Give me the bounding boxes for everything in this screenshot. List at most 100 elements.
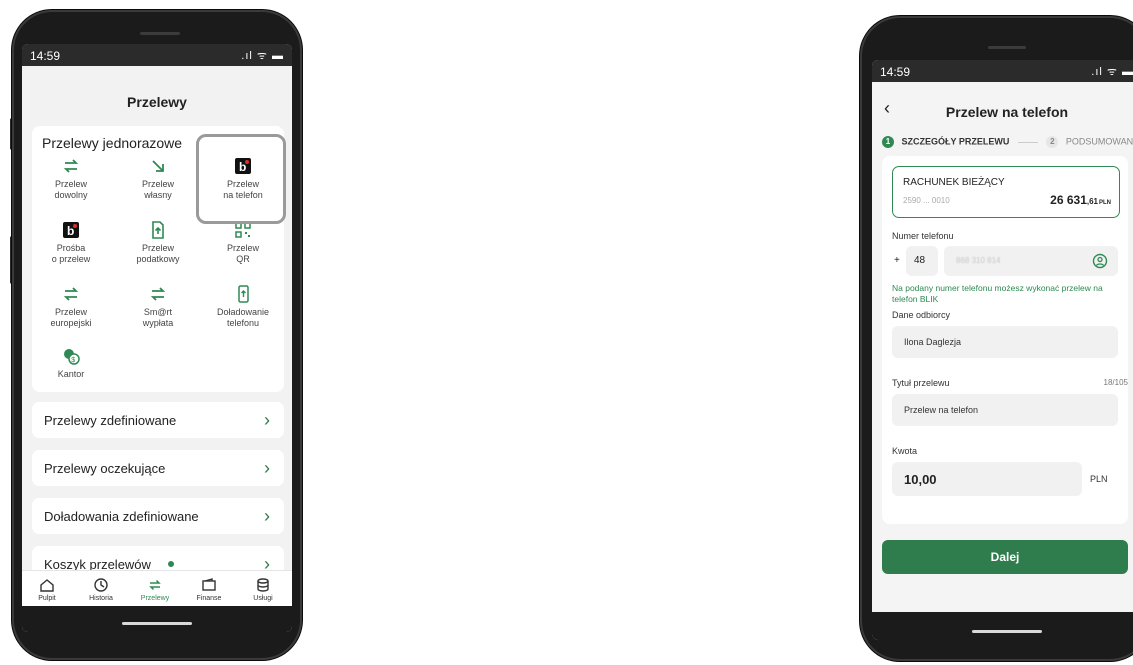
- speaker-grille: [140, 32, 180, 35]
- amount-currency: PLN: [1090, 474, 1108, 484]
- tile-label: Sm@rt: [143, 307, 173, 317]
- amount-field[interactable]: 10,00: [892, 462, 1082, 496]
- right-phone-frame: 14:59 .ıl ᯤ ▬ ‹ Przelew na telefon 1 SZC…: [860, 16, 1133, 661]
- left-phone-screen: 14:59 .ıl ᯤ ▬ Przelewy Przelewy jednoraz…: [22, 44, 292, 632]
- services-icon: [257, 578, 269, 592]
- recipient-field[interactable]: Ilona Daglezja: [892, 326, 1118, 358]
- tile-prosba-o-przelew[interactable]: b Prośba o przelew: [36, 220, 106, 265]
- tile-label: Przelew: [54, 307, 87, 317]
- row-label: Przelewy oczekujące: [44, 461, 166, 476]
- status-icons: .ıl ᯤ ▬: [241, 50, 284, 62]
- tile-przelew-qr[interactable]: Przelew QR: [208, 220, 278, 265]
- title-label: Tytuł przelewu: [892, 378, 950, 388]
- row-doladowania-zdefiniowane[interactable]: Doładowania zdefiniowane ›: [32, 498, 284, 534]
- tab-finanse[interactable]: Finanse: [184, 577, 234, 602]
- tile-label: własny: [144, 190, 172, 200]
- tab-label: Historia: [89, 595, 113, 602]
- home-indicator: [972, 630, 1042, 633]
- step-number: 1: [882, 136, 894, 148]
- row-label: Przelewy zdefiniowane: [44, 413, 177, 428]
- tile-label: Przelew: [141, 179, 174, 189]
- phone-prefix-plus: +: [894, 255, 900, 266]
- tab-przelewy[interactable]: Przelewy: [130, 577, 180, 602]
- tile-przelew-dowolny[interactable]: Przelew dowolny: [36, 156, 106, 201]
- phone-prefix-field[interactable]: 48: [906, 246, 938, 276]
- tab-pulpit[interactable]: Pulpit: [22, 577, 72, 602]
- balance-currency: PLN: [1099, 200, 1111, 206]
- phone-number-value: 868 310 814: [956, 256, 1001, 265]
- tile-doladowanie-telefonu[interactable]: Doładowanie telefonu: [208, 284, 278, 329]
- bottom-tab-bar: Pulpit Historia Przelewy Finanse Usługi: [22, 570, 292, 607]
- home-icon: [40, 579, 54, 592]
- status-bar: 14:59 .ıl ᯤ ▬: [872, 60, 1133, 82]
- right-phone-screen: 14:59 .ıl ᯤ ▬ ‹ Przelew na telefon 1 SZC…: [872, 60, 1133, 640]
- section-title: Przelewy jednorazowe: [42, 135, 183, 151]
- row-przelewy-oczekujace[interactable]: Przelewy oczekujące ›: [32, 450, 284, 486]
- blik-info-note: Na podany numer telefonu możesz wykonać …: [892, 283, 1103, 304]
- tile-label: telefonu: [226, 318, 260, 328]
- tab-label: Finanse: [196, 595, 222, 602]
- history-icon: [94, 578, 108, 592]
- arrow-down-right-icon: [152, 160, 164, 172]
- chevron-right-icon: ›: [264, 410, 270, 430]
- account-balance: 26 631,61PLN: [1050, 193, 1111, 207]
- account-number: 2590 ... 0010: [903, 196, 950, 205]
- step-indicator: 1 SZCZEGÓŁY PRZELEWU 2 PODSUMOWANI: [882, 136, 1133, 148]
- transfer-arrows-icon: [150, 287, 166, 301]
- notification-dot: [168, 561, 174, 567]
- page-title: Przelewy: [127, 94, 187, 110]
- tile-kantor[interactable]: $ Kantor: [36, 346, 106, 380]
- page-title: Przelew na telefon: [945, 104, 1069, 120]
- left-phone-frame: 14:59 .ıl ᯤ ▬ Przelewy Przelewy jednoraz…: [12, 10, 302, 660]
- tile-label: Prośba: [56, 243, 86, 253]
- status-time: 14:59: [880, 65, 911, 79]
- tile-label: podatkowy: [136, 254, 180, 264]
- status-bar: 14:59 .ıl ᯤ ▬: [22, 44, 292, 66]
- tab-historia[interactable]: Historia: [76, 577, 126, 602]
- highlight-frame: [196, 134, 286, 224]
- tab-uslugi[interactable]: Usługi: [238, 577, 288, 602]
- next-button[interactable]: Dalej: [882, 540, 1128, 574]
- recipient-value: Ilona Daglezja: [904, 337, 962, 347]
- tile-label: QR: [236, 254, 250, 264]
- currency-exchange-icon: $: [64, 349, 80, 365]
- phone-prefix-value: 48: [914, 255, 926, 266]
- chevron-right-icon: ›: [264, 458, 270, 478]
- step-label: PODSUMOWANI: [1065, 136, 1133, 147]
- home-indicator: [122, 622, 192, 625]
- phone-topup-icon: [238, 285, 249, 303]
- next-button-label: Dalej: [990, 550, 1020, 564]
- step-label: SZCZEGÓŁY PRZELEWU: [901, 136, 1010, 147]
- transfer-title-value: Przelew na telefon: [904, 405, 979, 415]
- tax-document-icon: [152, 221, 164, 239]
- tile-przelew-podatkowy[interactable]: Przelew podatkowy: [123, 220, 193, 265]
- amount-label: Kwota: [892, 446, 918, 456]
- tab-label: Pulpit: [38, 595, 56, 602]
- tile-smart-wyplata[interactable]: Sm@rt wypłata: [123, 284, 193, 329]
- transfer-title-field[interactable]: Przelew na telefon: [892, 394, 1118, 426]
- tile-label: o przelew: [51, 254, 91, 264]
- contacts-icon[interactable]: [1092, 253, 1108, 269]
- tile-przelew-wlasny[interactable]: Przelew własny: [123, 156, 193, 201]
- tile-label: Doładowanie: [216, 307, 270, 317]
- svg-text:$: $: [71, 357, 75, 364]
- tile-label: europejski: [50, 318, 92, 328]
- step-connector: [1017, 141, 1038, 143]
- account-selector[interactable]: RACHUNEK BIEŻĄCY 2590 ... 0010 26 631,61…: [892, 166, 1120, 218]
- home-indicator-area: [22, 606, 292, 632]
- tile-label: Przelew: [141, 243, 174, 253]
- phone-number-field[interactable]: 868 310 814: [944, 246, 1118, 276]
- tab-label: Usługi: [253, 595, 273, 602]
- amount-value: 10,00: [904, 472, 937, 487]
- row-przelewy-zdefiniowane[interactable]: Przelewy zdefiniowane ›: [32, 402, 284, 438]
- speaker-grille: [988, 46, 1026, 49]
- tile-przelew-europejski[interactable]: Przelew europejski: [36, 284, 106, 329]
- blik-icon: b: [63, 222, 79, 238]
- tile-label: wypłata: [142, 318, 174, 328]
- row-label: Doładowania zdefiniowane: [44, 509, 199, 524]
- tile-label: Przelew: [54, 179, 87, 189]
- tab-label: Przelewy: [140, 595, 170, 602]
- balance-main: 26 631: [1050, 193, 1087, 207]
- transfer-arrows-icon: [63, 159, 79, 173]
- balance-cents: ,61: [1086, 197, 1098, 206]
